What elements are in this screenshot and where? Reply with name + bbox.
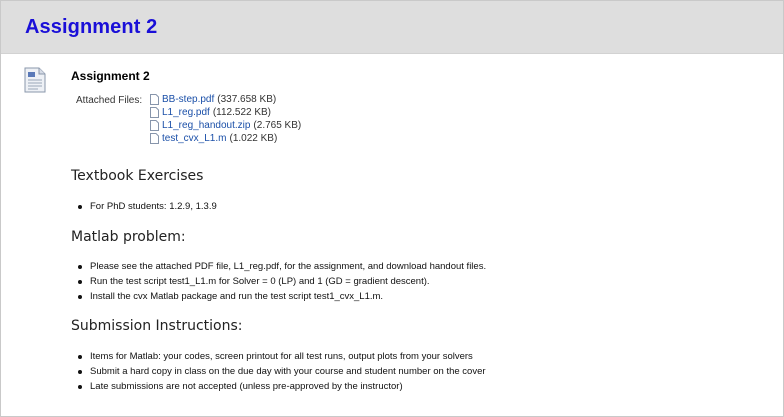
item-title[interactable]: Assignment 2 (71, 69, 150, 83)
page-title: Assignment 2 (25, 16, 158, 38)
attached-files-label: Attached Files: (76, 95, 143, 106)
content-frame: Assignment 2 Assignment 2 Attached Files… (0, 0, 784, 417)
file-icon (150, 94, 159, 105)
list-item: Late submissions are not accepted (unles… (76, 379, 486, 394)
file-icon (150, 133, 159, 144)
attached-file: L1_reg_handout.zip (2.765 KB) (150, 119, 301, 132)
list-item: For PhD students: 1.2.9, 1.3.9 (76, 199, 217, 214)
section-heading-textbook-exercises: Textbook Exercises (71, 168, 204, 184)
attached-file: L1_reg.pdf (112.522 KB) (150, 106, 301, 119)
document-icon (24, 67, 46, 93)
file-link[interactable]: test_cvx_L1.m (162, 132, 226, 145)
submission-instructions-list: Items for Matlab: your codes, screen pri… (76, 349, 486, 394)
file-size: (2.765 KB) (253, 120, 302, 131)
file-size: (1.022 KB) (229, 133, 278, 144)
file-size: (112.522 KB) (212, 107, 272, 118)
attached-file: test_cvx_L1.m (1.022 KB) (150, 132, 301, 145)
page-header: Assignment 2 (1, 1, 783, 54)
matlab-problem-list: Please see the attached PDF file, L1_reg… (76, 259, 486, 304)
file-link[interactable]: L1_reg.pdf (162, 106, 210, 119)
list-item: Submit a hard copy in class on the due d… (76, 364, 486, 379)
attached-file: BB-step.pdf (337.658 KB) (150, 93, 301, 106)
file-icon (150, 107, 159, 118)
textbook-exercises-list: For PhD students: 1.2.9, 1.3.9 (76, 199, 217, 214)
list-item: Items for Matlab: your codes, screen pri… (76, 349, 486, 364)
file-icon (150, 120, 159, 131)
file-size: (337.658 KB) (217, 94, 277, 105)
attached-files-list: BB-step.pdf (337.658 KB) L1_reg.pdf (112… (150, 93, 301, 145)
file-link[interactable]: L1_reg_handout.zip (162, 119, 250, 132)
file-link[interactable]: BB-step.pdf (162, 93, 214, 106)
list-item: Please see the attached PDF file, L1_reg… (76, 259, 486, 274)
section-heading-matlab-problem: Matlab problem: (71, 229, 186, 245)
list-item: Run the test script test1_L1.m for Solve… (76, 274, 486, 289)
list-item: Install the cvx Matlab package and run t… (76, 289, 486, 304)
section-heading-submission-instructions: Submission Instructions: (71, 318, 243, 334)
